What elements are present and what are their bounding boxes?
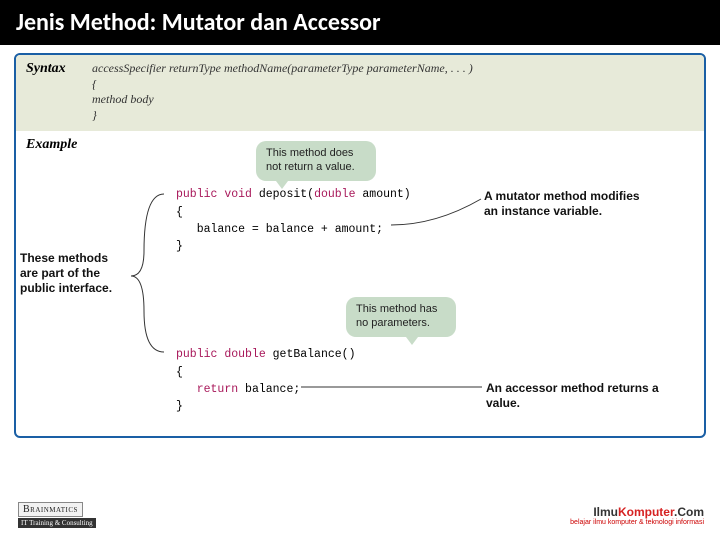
- syntax-label: Syntax: [26, 61, 92, 77]
- sidenote-l3: public interface.: [20, 281, 112, 295]
- sidenote-public-interface: These methods are part of the public int…: [20, 251, 135, 296]
- code-deposit: public void deposit(double amount) { bal…: [176, 186, 411, 255]
- callout-void-return: This method does not return a value.: [256, 141, 376, 181]
- syntax-section: Syntax accessSpecifier returnType method…: [16, 55, 704, 131]
- footer-ilmukomputer: IlmuKomputer.Com belajar ilmu komputer &…: [570, 505, 704, 526]
- code2-brace-open: {: [176, 366, 183, 379]
- code2-body: balance;: [238, 383, 300, 396]
- syntax-line-3: method body: [92, 92, 473, 108]
- code2-brace-close: }: [176, 400, 183, 413]
- code1-brace-close: }: [176, 240, 183, 253]
- kw-void: void: [224, 188, 252, 201]
- kw-public: public: [176, 188, 217, 201]
- slide-title: Jenis Method: Mutator dan Accessor: [0, 0, 720, 45]
- syntax-line-4: }: [92, 108, 473, 124]
- note-accessor: An accessor method returns a value.: [486, 381, 696, 411]
- code2-name: getBalance(): [266, 348, 356, 361]
- callout1-line2: not return a value.: [266, 161, 355, 173]
- code1-brace-open: {: [176, 206, 183, 219]
- example-section: Example This method does not return a va…: [16, 131, 704, 441]
- ilmu-text: Ilmu: [593, 505, 618, 519]
- code1-body: balance = balance + amount;: [176, 223, 383, 236]
- ilmukomputer-tagline: belajar ilmu komputer & teknologi inform…: [570, 519, 704, 526]
- callout-no-params: This method has no parameters.: [346, 297, 456, 337]
- code-getbalance: public double getBalance() { return bala…: [176, 346, 355, 415]
- com-text: .Com: [674, 505, 704, 519]
- komputer-text: Komputer: [618, 505, 674, 519]
- right1-l2: an instance variable.: [484, 204, 602, 218]
- note-mutator: A mutator method modifies an instance va…: [484, 189, 684, 219]
- callout2-line2: no parameters.: [356, 317, 430, 329]
- callout2-line1: This method has: [356, 303, 437, 315]
- kw-double-2: double: [224, 348, 265, 361]
- sidenote-l1: These methods: [20, 251, 108, 265]
- syntax-line-2: {: [92, 77, 473, 93]
- footer-brainmatics: Brainmatics IT Training & Consulting: [18, 502, 96, 528]
- syntax-line-1: accessSpecifier returnType methodName(pa…: [92, 61, 473, 77]
- callout1-line1: This method does: [266, 147, 353, 159]
- code1-arg: amount): [355, 188, 410, 201]
- sidenote-l2: are part of the: [20, 266, 100, 280]
- kw-public-2: public: [176, 348, 217, 361]
- brainmatics-logo: Brainmatics: [18, 502, 83, 517]
- diagram-container: Syntax accessSpecifier returnType method…: [14, 53, 706, 438]
- syntax-code: accessSpecifier returnType methodName(pa…: [92, 61, 473, 123]
- code1-name: deposit(: [252, 188, 314, 201]
- kw-double: double: [314, 188, 355, 201]
- right1-l1: A mutator method modifies: [484, 189, 640, 203]
- brainmatics-tagline: IT Training & Consulting: [18, 518, 96, 528]
- kw-return: return: [197, 383, 238, 396]
